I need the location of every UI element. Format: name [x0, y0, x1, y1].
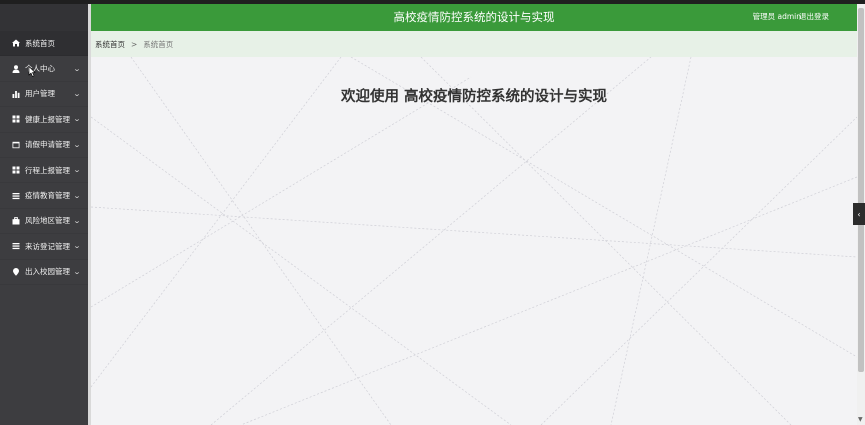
briefcase-icon: [11, 216, 20, 225]
chevron-down-icon: ⌄: [72, 89, 82, 98]
sidebar-item-label: 来访登记管理: [25, 241, 70, 251]
sidebar-item-label: 系统首页: [25, 38, 55, 48]
sidebar-item-epidemic-education[interactable]: 疫情教育管理 ⌄: [0, 183, 88, 209]
main-content: 欢迎使用 高校疫情防控系统的设计与实现: [91, 57, 857, 425]
sidebar-item-health-report[interactable]: 健康上报管理 ⌄: [0, 107, 88, 133]
mouse-cursor-icon: [28, 66, 36, 78]
home-icon: [11, 39, 20, 48]
chevron-down-icon: ⌄: [72, 267, 82, 276]
current-user: 管理员 admin: [752, 12, 801, 21]
chevron-down-icon: ⌄: [72, 191, 82, 200]
sidebar-item-visitor-registration[interactable]: 来访登记管理 ⌄: [0, 234, 88, 260]
window-icon: [11, 140, 20, 149]
sidebar-item-user-management[interactable]: 用户管理 ⌄: [0, 82, 88, 108]
sidebar-item-label: 疫情教育管理: [25, 191, 70, 201]
sidebar-item-label: 出入校园管理: [25, 267, 70, 277]
app-header: 高校疫情防控系统的设计与实现 管理员 admin 退出登录: [91, 4, 857, 31]
background-line-pattern: [91, 57, 857, 425]
breadcrumb-separator: >: [131, 39, 138, 49]
sidebar-item-label: 行程上报管理: [25, 165, 70, 175]
chevron-down-icon: ⌄: [72, 242, 82, 251]
sidebar-item-leave-request[interactable]: 请假申请管理 ⌄: [0, 133, 88, 158]
grid-icon: [11, 166, 20, 175]
grid-icon: [11, 115, 20, 124]
app-title: 高校疫情防控系统的设计与实现: [393, 10, 555, 24]
collapse-panel-tab[interactable]: ‹: [853, 203, 865, 225]
chevron-down-icon: ⌄: [72, 64, 82, 73]
map-pin-icon: [11, 267, 20, 276]
sidebar-item-personal-center[interactable]: 个人中心 ⌄: [0, 56, 88, 82]
chevron-down-icon: ⌄: [72, 140, 82, 149]
logout-link[interactable]: 退出登录: [799, 4, 829, 29]
chevron-down-icon: ⌄: [72, 115, 82, 124]
welcome-heading: 欢迎使用 高校疫情防控系统的设计与实现: [340, 89, 608, 105]
scrollbar-thumb[interactable]: [858, 8, 864, 372]
list-icon: [11, 191, 20, 200]
breadcrumb-current: 系统首页: [143, 39, 174, 49]
sidebar-item-home[interactable]: 系统首页: [0, 31, 88, 57]
chevron-down-icon: ⌄: [72, 216, 82, 225]
scroll-down-arrow-icon[interactable]: ▼: [858, 416, 863, 423]
sidebar-item-risk-area[interactable]: 风险地区管理 ⌄: [0, 209, 88, 235]
sidebar: 系统首页 个人中心 ⌄ 用户管理 ⌄ 健康上报管理 ⌄ 请假申请管理 ⌄ 行程上…: [0, 4, 88, 425]
breadcrumb-home-link[interactable]: 系统首页: [95, 39, 125, 50]
user-icon: [11, 64, 20, 73]
sidebar-item-campus-access[interactable]: 出入校园管理 ⌄: [0, 260, 88, 285]
breadcrumb: 系统首页 > 系统首页: [91, 31, 857, 57]
bar-chart-icon: [11, 89, 20, 98]
list-icon: [11, 242, 20, 251]
sidebar-item-trip-report[interactable]: 行程上报管理 ⌄: [0, 158, 88, 184]
sidebar-item-label: 用户管理: [25, 89, 55, 99]
sidebar-logo-area: [0, 4, 88, 31]
chevron-left-icon: ‹: [857, 209, 861, 219]
sidebar-item-label: 请假申请管理: [25, 140, 70, 150]
sidebar-item-label: 风险地区管理: [25, 216, 70, 226]
chevron-down-icon: ⌄: [72, 166, 82, 175]
sidebar-item-label: 健康上报管理: [25, 114, 70, 124]
